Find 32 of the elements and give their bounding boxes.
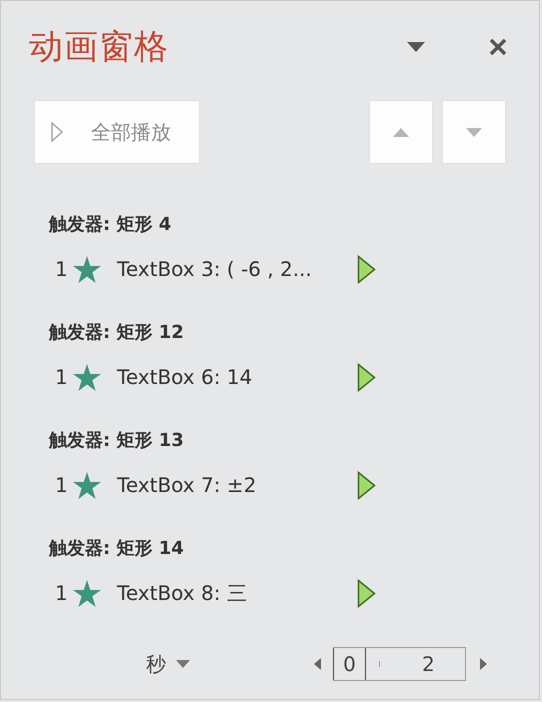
star-icon [73,580,101,606]
scroll-left-icon[interactable] [314,658,321,670]
order-number: 1 [55,581,69,605]
animation-item[interactable]: TextBox 3: ( -6 , 2... [117,257,357,281]
close-icon[interactable] [489,38,507,56]
dropdown-arrow-icon[interactable] [407,42,425,52]
play-icon[interactable] [357,470,376,500]
trigger-heading: 触发器: 矩形 4 [49,213,172,236]
play-icon[interactable] [357,578,376,608]
timeline-start-label: 0 [333,648,366,680]
star-icon [73,472,101,498]
animation-item[interactable]: TextBox 7: ±2 [117,473,357,497]
timeline-end-label: 2 [422,652,435,676]
order-number: 1 [55,365,69,389]
down-arrow-icon [466,128,482,136]
dropdown-arrow-icon [176,660,190,668]
star-icon [73,364,101,390]
trigger-heading: 触发器: 矩形 12 [49,321,184,344]
animation-item[interactable]: TextBox 8: 三 [117,580,357,606]
scroll-right-icon[interactable] [480,658,487,670]
trigger-heading: 触发器: 矩形 13 [49,429,184,452]
play-icon[interactable] [357,254,376,284]
play-icon[interactable] [357,362,376,392]
star-icon [73,256,101,282]
order-number: 1 [55,257,69,281]
animation-item[interactable]: TextBox 6: 14 [117,365,357,389]
trigger-heading: 触发器: 矩形 14 [49,537,184,560]
pane-title: 动画窗格 [29,26,170,69]
play-icon [51,122,63,142]
up-arrow-icon [393,128,409,136]
time-unit-dropdown[interactable]: 秒 [146,650,190,678]
order-number: 1 [55,473,69,497]
